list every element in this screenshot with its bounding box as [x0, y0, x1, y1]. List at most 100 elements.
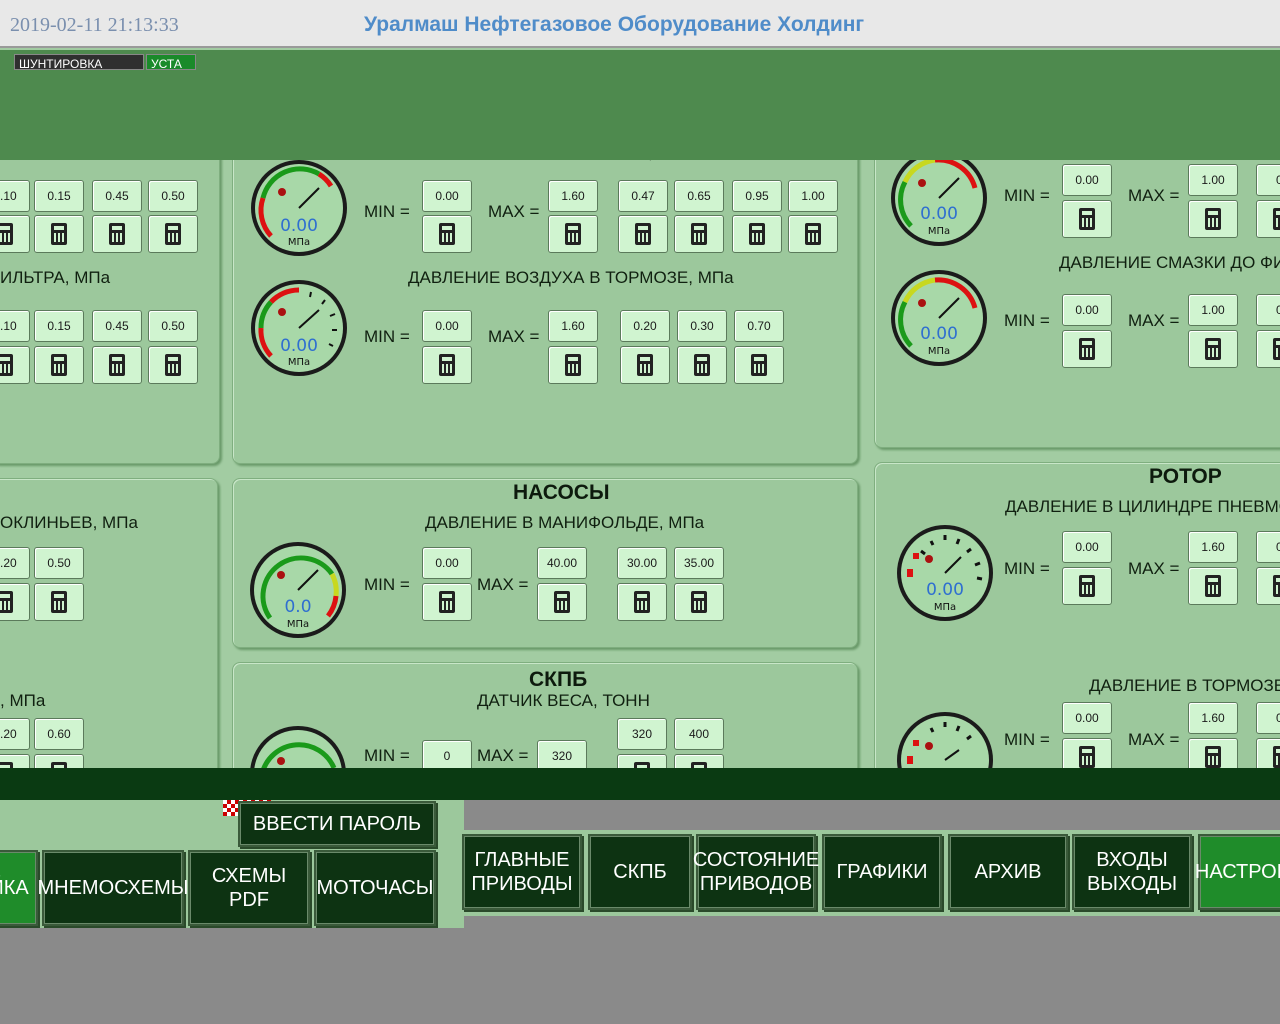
pressure-gauge	[895, 710, 995, 768]
calculator-icon[interactable]	[618, 215, 668, 253]
nav-skpb-button[interactable]: СКПБ	[588, 834, 692, 910]
setpoint-field[interactable]: 0.15	[34, 180, 84, 212]
min-value-field[interactable]: 0	[422, 740, 472, 768]
nav-io-button[interactable]: ВХОДЫ ВЫХОДЫ	[1072, 834, 1192, 910]
calculator-icon[interactable]	[0, 215, 30, 253]
calculator-icon[interactable]	[422, 346, 472, 384]
calculator-icon[interactable]	[0, 583, 30, 621]
setpoint-field[interactable]: 0.95	[732, 180, 782, 212]
nav-main-drives-button[interactable]: ГЛАВНЫЕ ПРИВОДЫ	[462, 834, 582, 910]
calculator-icon[interactable]	[0, 346, 30, 384]
setpoint-field[interactable]: 1.00	[788, 180, 838, 212]
calculator-icon[interactable]	[34, 583, 84, 621]
calculator-icon[interactable]	[422, 583, 472, 621]
nav-mnemonic-button[interactable]: МНЕМОСХЕМЫ	[37, 850, 189, 926]
setpoint-field[interactable]: 400	[674, 718, 724, 750]
calculator-icon[interactable]	[1188, 567, 1238, 605]
setpoint-field[interactable]: 320	[617, 718, 667, 750]
calculator-icon[interactable]	[148, 346, 198, 384]
calculator-icon[interactable]	[620, 346, 670, 384]
min-value-field[interactable]: 0.00	[422, 310, 472, 342]
setpoint-field[interactable]: 0.	[1256, 702, 1280, 734]
nav-pdf-schemes-button[interactable]: СХЕМЫ PDF	[188, 850, 310, 926]
min-value-field[interactable]: 0.00	[1062, 294, 1112, 326]
calculator-icon[interactable]	[92, 215, 142, 253]
nav-drive-status-button[interactable]: СОСТОЯНИЕ ПРИВОДОВ	[693, 834, 819, 910]
setpoint-field[interactable]: 30.00	[617, 547, 667, 579]
setpoint-field[interactable]: 0.50	[148, 180, 198, 212]
calculator-icon[interactable]	[537, 583, 587, 621]
setpoint-field[interactable]: 0.50	[34, 547, 84, 579]
setpoint-field[interactable]: 0.	[1256, 294, 1280, 326]
calculator-icon[interactable]	[34, 346, 84, 384]
calculator-icon[interactable]	[1256, 330, 1280, 368]
calculator-icon[interactable]	[1256, 200, 1280, 238]
bypass-button[interactable]: ШУНТИРОВКА	[14, 54, 144, 70]
min-value-field[interactable]: 0.00	[1062, 164, 1112, 196]
setpoint-field[interactable]: 0.10	[0, 310, 30, 342]
setpoint-field[interactable]: 0.65	[674, 180, 724, 212]
max-value-field[interactable]: 40.00	[537, 547, 587, 579]
min-value-field[interactable]: 0.00	[1062, 531, 1112, 563]
calculator-icon[interactable]	[732, 215, 782, 253]
calculator-icon[interactable]	[788, 215, 838, 253]
calculator-icon[interactable]	[617, 754, 667, 768]
calculator-icon[interactable]	[92, 346, 142, 384]
setpoint-field[interactable]: 0.70	[734, 310, 784, 342]
enter-password-button[interactable]: ВВЕСТИ ПАРОЛЬ	[238, 801, 436, 847]
nav-config-button[interactable]: НАСТРОЙ	[1195, 834, 1280, 910]
nav-motor-hours-button[interactable]: МОТОЧАСЫ	[314, 850, 436, 926]
calculator-icon[interactable]	[548, 346, 598, 384]
calculator-icon[interactable]	[674, 754, 724, 768]
calculator-icon[interactable]	[734, 346, 784, 384]
gauge-unit: МПа	[928, 346, 950, 357]
calculator-icon[interactable]	[422, 215, 472, 253]
calculator-icon[interactable]	[1256, 738, 1280, 768]
max-value-field[interactable]: 1.60	[1188, 702, 1238, 734]
nav-charts-button[interactable]: ГРАФИКИ	[822, 834, 942, 910]
calculator-icon[interactable]	[1062, 738, 1112, 768]
min-value-field[interactable]: 0.00	[422, 180, 472, 212]
calculator-icon[interactable]	[1062, 330, 1112, 368]
setpoint-field[interactable]: 0.30	[677, 310, 727, 342]
min-value-field[interactable]: 0.00	[1062, 702, 1112, 734]
max-value-field[interactable]: 1.60	[548, 180, 598, 212]
calculator-icon[interactable]	[674, 215, 724, 253]
calculator-icon[interactable]	[1188, 200, 1238, 238]
settings-button[interactable]: УСТА	[146, 54, 196, 70]
min-value-field[interactable]: 0.00	[422, 547, 472, 579]
calculator-icon[interactable]	[674, 583, 724, 621]
setpoint-field[interactable]: 0.	[1256, 531, 1280, 563]
setpoint-field[interactable]: 0.60	[34, 718, 84, 750]
calculator-icon[interactable]	[617, 583, 667, 621]
max-value-field[interactable]: 320	[537, 740, 587, 768]
setpoint-field[interactable]: 0.20	[0, 547, 30, 579]
nav-settings-button[interactable]: ЙКА	[0, 850, 38, 926]
setpoint-field[interactable]: 0.15	[34, 310, 84, 342]
calculator-icon[interactable]	[1062, 567, 1112, 605]
setpoint-field[interactable]: 0.50	[148, 310, 198, 342]
setpoint-field[interactable]: 0.10	[0, 180, 30, 212]
nav-archive-button[interactable]: АРХИВ	[948, 834, 1068, 910]
calculator-icon[interactable]	[1188, 330, 1238, 368]
setpoint-field[interactable]: 35.00	[674, 547, 724, 579]
setpoint-field[interactable]: 0.20	[620, 310, 670, 342]
setpoint-field[interactable]: 0.47	[618, 180, 668, 212]
calculator-icon[interactable]	[548, 215, 598, 253]
calculator-icon[interactable]	[148, 215, 198, 253]
max-value-field[interactable]: 1.00	[1188, 164, 1238, 196]
setpoint-field[interactable]: 0.45	[92, 180, 142, 212]
max-value-field[interactable]: 1.00	[1188, 294, 1238, 326]
calculator-icon[interactable]	[1062, 200, 1112, 238]
setpoint-field[interactable]: 0.20	[0, 718, 30, 750]
setpoint-field[interactable]: 0.	[1256, 164, 1280, 196]
calculator-icon[interactable]	[677, 346, 727, 384]
calculator-icon[interactable]	[1256, 567, 1280, 605]
calculator-icon[interactable]	[0, 754, 30, 768]
max-value-field[interactable]: 1.60	[548, 310, 598, 342]
calculator-icon[interactable]	[34, 215, 84, 253]
max-value-field[interactable]: 1.60	[1188, 531, 1238, 563]
calculator-icon[interactable]	[34, 754, 84, 768]
calculator-icon[interactable]	[1188, 738, 1238, 768]
setpoint-field[interactable]: 0.45	[92, 310, 142, 342]
